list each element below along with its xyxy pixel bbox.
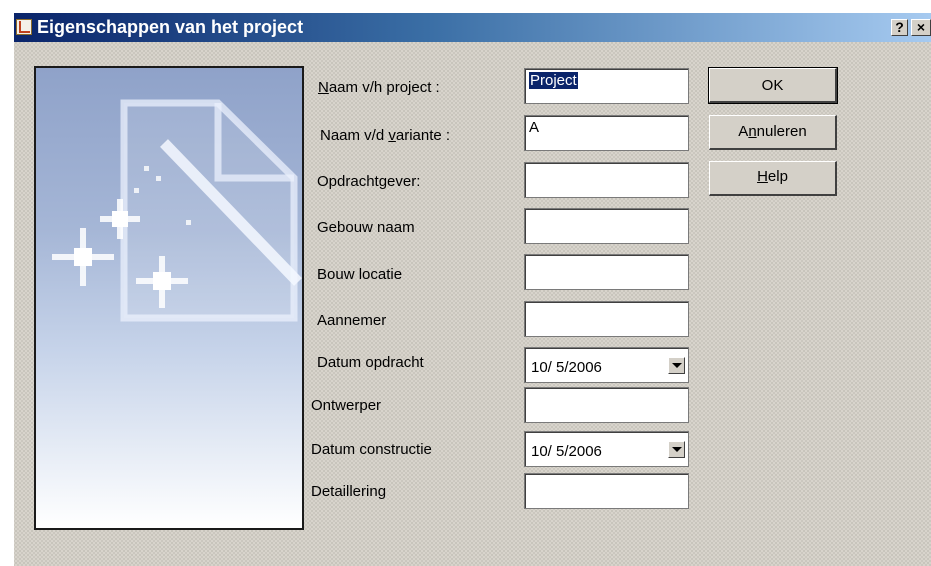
project-name-value: Project <box>529 72 578 89</box>
construction-date-value: 10/ 5/2006 <box>531 443 602 460</box>
detailing-label: Detaillering <box>311 483 387 500</box>
title-bar[interactable]: Eigenschappen van het project ? × <box>14 13 931 42</box>
contractor-input[interactable] <box>524 301 689 337</box>
project-name-label-mnemonic: N <box>318 79 329 96</box>
help-button[interactable]: Help <box>709 161 837 196</box>
project-name-label-rest: aam v/h project : <box>328 79 440 96</box>
order-date-picker[interactable]: 10/ 5/2006 <box>524 347 689 383</box>
variant-name-label-mnemonic: v <box>388 127 396 144</box>
client-label: Opdrachtgever: <box>317 173 421 190</box>
app-icon <box>16 19 32 35</box>
document-sparkle-icon <box>52 99 302 322</box>
building-location-input[interactable] <box>524 254 689 290</box>
project-properties-dialog: Eigenschappen van het project ? × Naam v… <box>14 13 931 566</box>
variant-name-label-rest: ariante : <box>395 127 451 144</box>
wizard-illustration <box>34 66 304 530</box>
order-date-value: 10/ 5/2006 <box>531 359 602 376</box>
cancel-label-mnemonic: n <box>748 123 757 140</box>
construction-date-label: Datum constructie <box>311 441 432 458</box>
close-button[interactable]: × <box>911 19 931 36</box>
cancel-button[interactable]: Annuleren <box>709 115 837 150</box>
chevron-down-icon[interactable] <box>668 441 685 458</box>
cancel-label-rest: nuleren <box>756 123 807 140</box>
building-name-label: Gebouw naam <box>317 219 415 236</box>
construction-date-picker[interactable]: 10/ 5/2006 <box>524 431 689 467</box>
building-location-label: Bouw locatie <box>317 266 403 283</box>
designer-label: Ontwerper <box>311 397 382 414</box>
client-input[interactable] <box>524 162 689 198</box>
variant-name-label-prefix: Naam v/d <box>320 127 389 144</box>
chevron-down-icon[interactable] <box>668 357 685 374</box>
help-label-rest: elp <box>767 168 788 185</box>
contractor-label: Aannemer <box>317 312 387 329</box>
order-date-label: Datum opdracht <box>317 354 424 371</box>
ok-button[interactable]: OK <box>708 67 838 104</box>
help-question-button[interactable]: ? <box>891 19 908 36</box>
variant-name-label: Naam v/d variante : <box>320 127 450 145</box>
help-label-mnemonic: H <box>757 168 768 185</box>
project-name-input[interactable]: Project <box>524 68 689 104</box>
variant-name-input[interactable]: A <box>524 115 689 151</box>
designer-input[interactable] <box>524 387 689 423</box>
window-title: Eigenschappen van het project <box>37 17 304 37</box>
cancel-label-prefix: A <box>738 123 749 140</box>
detailing-input[interactable] <box>524 473 689 509</box>
building-name-input[interactable] <box>524 208 689 244</box>
project-name-label: Naam v/h project : <box>318 79 440 97</box>
